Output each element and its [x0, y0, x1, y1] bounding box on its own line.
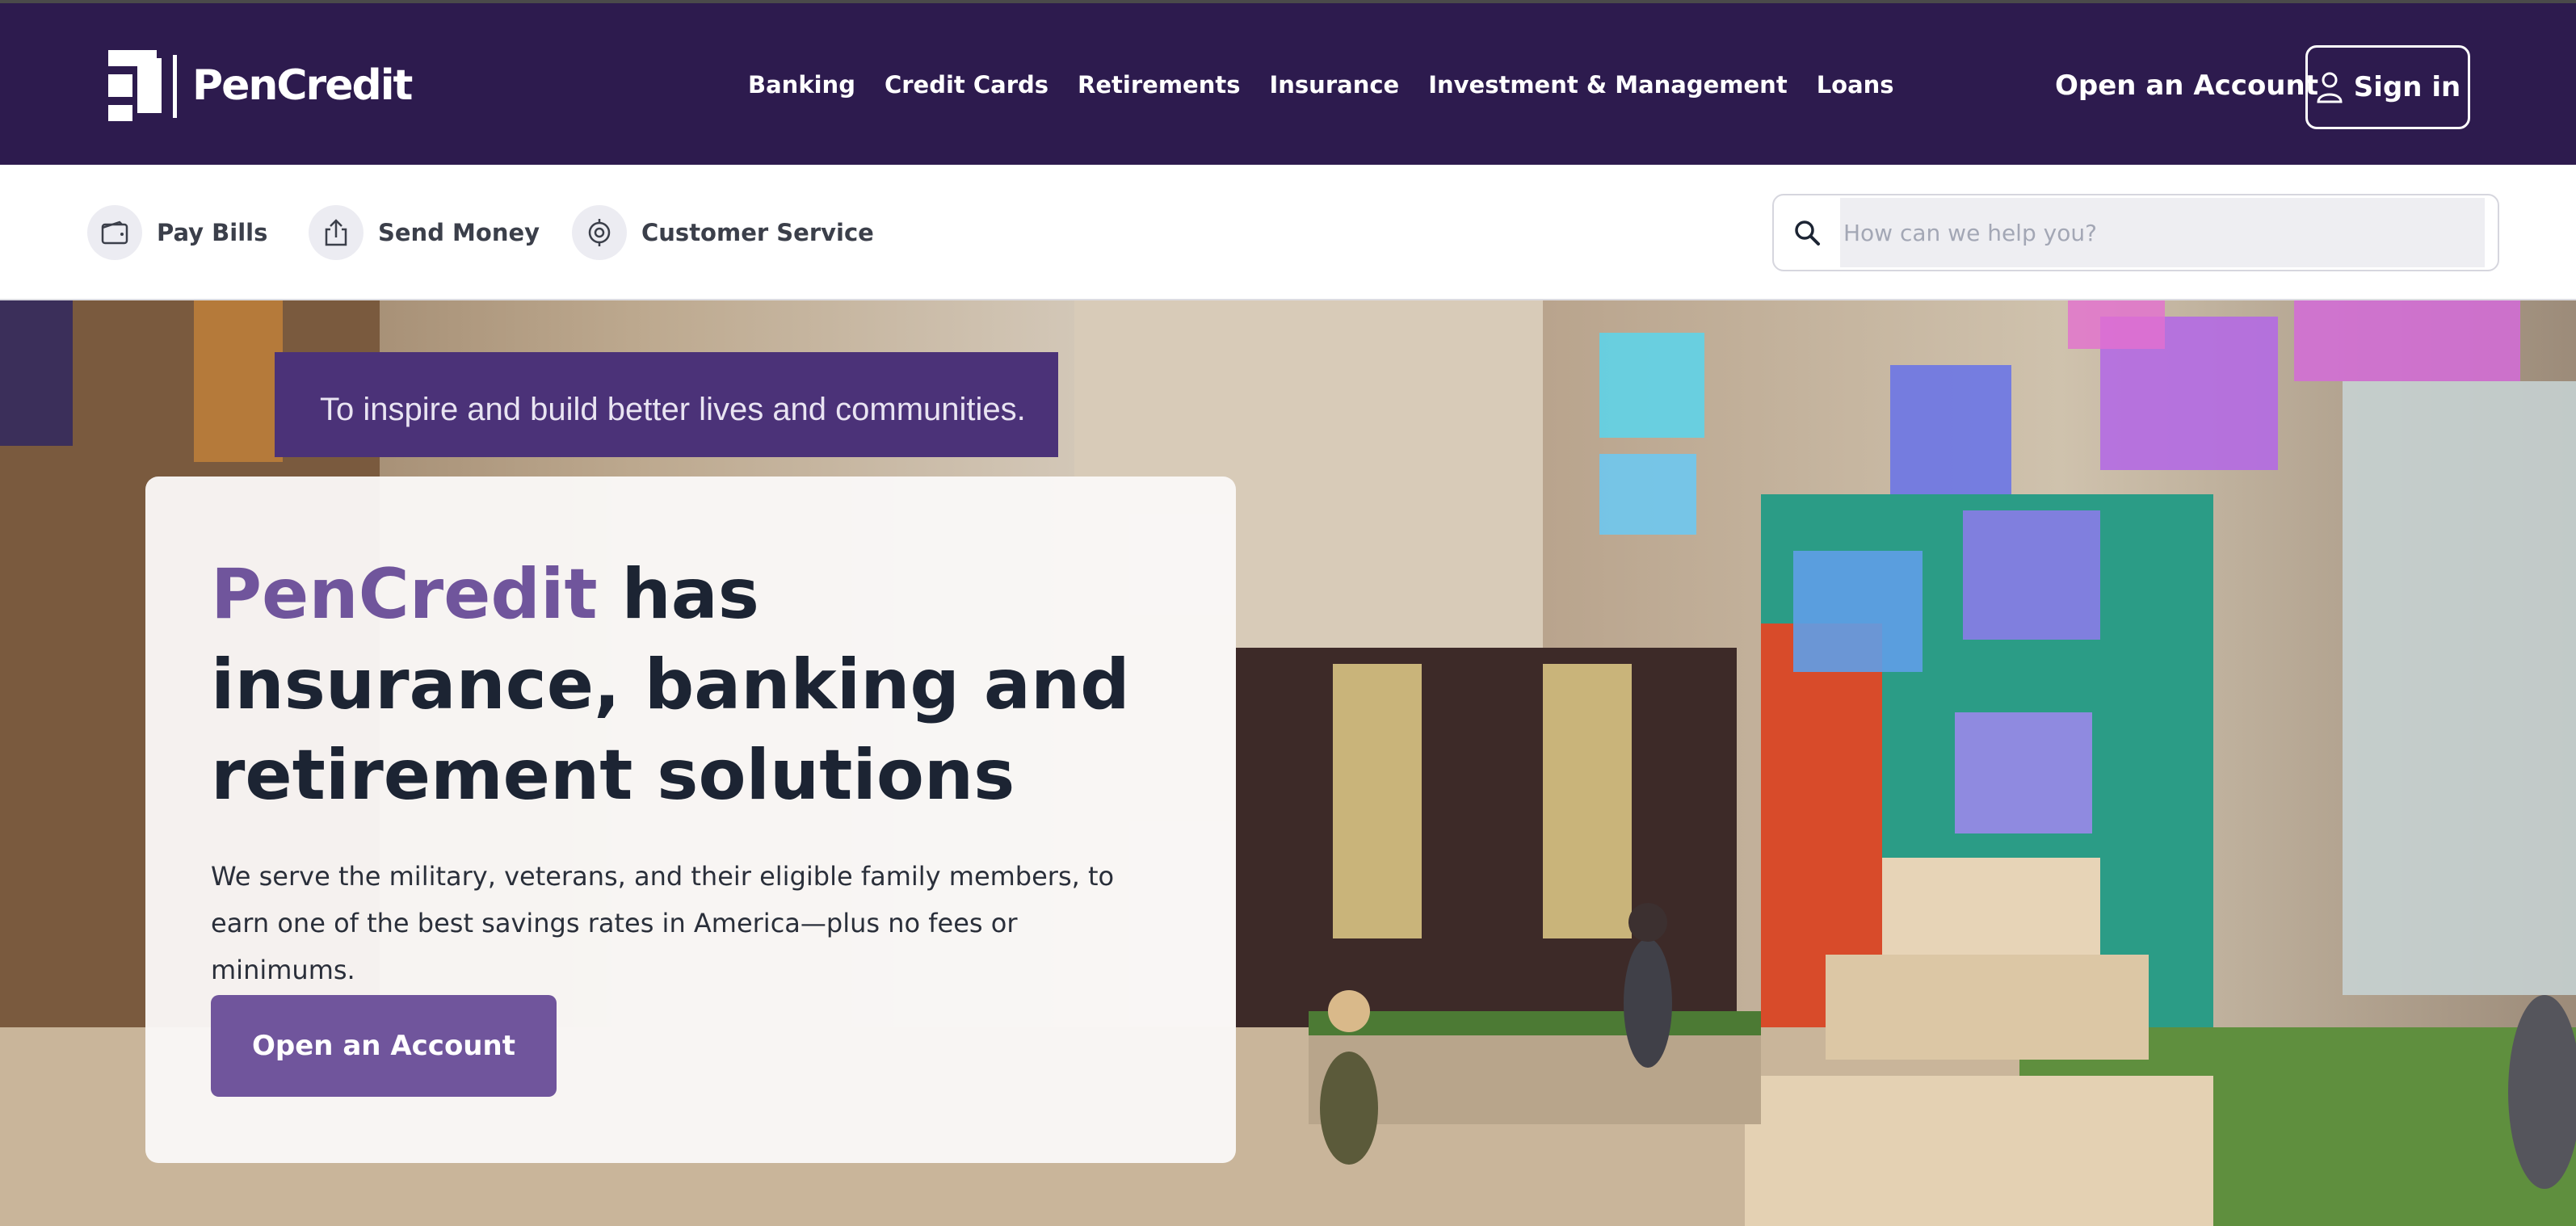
nav-item-credit-cards[interactable]: Credit Cards: [885, 71, 1048, 99]
wallet-icon: [87, 205, 142, 260]
hero-card: PenCredit has insurance, banking and ret…: [145, 477, 1236, 1163]
logo-mark-icon: [108, 50, 181, 121]
top-navigation-bar: PenCredit Banking Credit Cards Retiremen…: [0, 0, 2576, 165]
hero-description: We serve the military, veterans, and the…: [211, 861, 1115, 985]
user-icon: [2317, 72, 2343, 103]
nav-item-retirements[interactable]: Retirements: [1078, 71, 1240, 99]
search-input[interactable]: [1840, 198, 2485, 267]
share-icon: [309, 205, 363, 260]
search-icon[interactable]: [1774, 219, 1840, 246]
sign-in-button[interactable]: Sign in: [2305, 45, 2470, 129]
pencredit-logo[interactable]: PenCredit: [108, 50, 413, 121]
open-account-button[interactable]: Open an Account: [211, 995, 557, 1097]
hero-headline: PenCredit has insurance, banking and ret…: [211, 549, 1140, 821]
headline-brand: PenCredit: [211, 554, 598, 635]
quick-link-label: Send Money: [378, 219, 540, 246]
nav-item-investment-management[interactable]: Investment & Management: [1428, 71, 1787, 99]
open-account-link[interactable]: Open an Account: [2055, 69, 2318, 102]
nav-item-insurance[interactable]: Insurance: [1269, 71, 1399, 99]
quick-link-send-money[interactable]: Send Money: [309, 205, 540, 260]
support-icon: [572, 205, 627, 260]
hero-section: To inspire and build better lives and co…: [0, 300, 2576, 1226]
main-nav: Banking Credit Cards Retirements Insuran…: [748, 71, 1894, 99]
search-box[interactable]: [1772, 194, 2499, 271]
logo-wordmark: PenCredit: [192, 61, 413, 110]
quick-link-label: Customer Service: [641, 219, 874, 246]
quick-link-pay-bills[interactable]: Pay Bills: [87, 205, 267, 260]
nav-item-loans[interactable]: Loans: [1817, 71, 1894, 99]
quick-link-customer-service[interactable]: Customer Service: [572, 205, 874, 260]
nav-item-banking[interactable]: Banking: [748, 71, 855, 99]
quick-link-label: Pay Bills: [157, 219, 268, 246]
hero-banner-text: To inspire and build better lives and co…: [320, 392, 1026, 427]
quick-actions-bar: Pay Bills Send Money Customer Service: [0, 165, 2576, 300]
sign-in-label: Sign in: [2353, 71, 2461, 103]
